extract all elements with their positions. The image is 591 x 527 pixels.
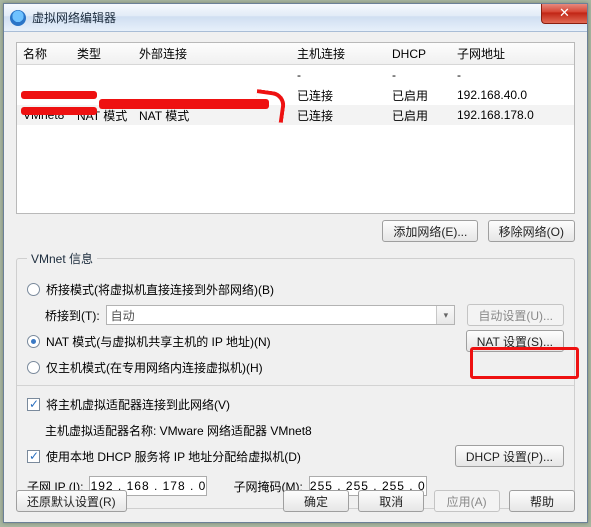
bridge-to-row: 桥接到(T): 自动 ▾ 自动设置(U)... xyxy=(27,303,564,327)
radio-hostonly[interactable] xyxy=(27,361,40,374)
connect-host-label: 将主机虚拟适配器连接到此网络(V) xyxy=(46,396,230,413)
list-buttons: 添加网络(E)... 移除网络(O) xyxy=(16,220,575,242)
window-title: 虚拟网络编辑器 xyxy=(32,9,116,26)
connect-host-row[interactable]: 将主机虚拟适配器连接到此网络(V) xyxy=(27,392,564,416)
bridge-label: 桥接模式(将虚拟机直接连接到外部网络)(B) xyxy=(46,281,274,298)
col-subnet[interactable]: 子网地址 xyxy=(457,45,574,62)
vmnet-info-group: VMnet 信息 桥接模式(将虚拟机直接连接到外部网络)(B) 桥接到(T): … xyxy=(16,250,575,509)
redaction-mark xyxy=(99,99,269,109)
ok-button[interactable]: 确定 xyxy=(283,490,349,512)
dhcp-settings-button[interactable]: DHCP 设置(P)... xyxy=(455,445,564,467)
col-dhcp[interactable]: DHCP xyxy=(392,47,457,61)
separator xyxy=(17,385,574,386)
adapter-name-label: 主机虚拟适配器名称: VMware 网络适配器 VMnet8 xyxy=(45,422,312,439)
network-list[interactable]: 名称 类型 外部连接 主机连接 DHCP 子网地址 - - - xyxy=(16,42,575,214)
group-legend: VMnet 信息 xyxy=(27,250,97,267)
use-dhcp-label: 使用本地 DHCP 服务将 IP 地址分配给虚拟机(D) xyxy=(46,448,301,465)
nat-settings-button[interactable]: NAT 设置(S)... xyxy=(466,330,564,352)
bridge-to-label: 桥接到(T): xyxy=(45,307,100,324)
use-dhcp-row[interactable]: 使用本地 DHCP 服务将 IP 地址分配给虚拟机(D) DHCP 设置(P).… xyxy=(27,444,564,468)
bridge-mode-row[interactable]: 桥接模式(将虚拟机直接连接到外部网络)(B) xyxy=(27,277,564,301)
titlebar: 虚拟网络编辑器 ✕ xyxy=(4,4,587,32)
col-ext[interactable]: 外部连接 xyxy=(139,45,297,62)
app-icon xyxy=(10,10,26,26)
check-use-dhcp[interactable] xyxy=(27,450,40,463)
auto-settings-button[interactable]: 自动设置(U)... xyxy=(467,304,564,326)
col-type[interactable]: 类型 xyxy=(77,45,139,62)
list-header: 名称 类型 外部连接 主机连接 DHCP 子网地址 xyxy=(17,43,574,65)
nat-label: NAT 模式(与虚拟机共享主机的 IP 地址)(N) xyxy=(46,333,271,350)
bridge-to-value: 自动 xyxy=(111,307,135,324)
redaction-mark xyxy=(21,91,97,99)
col-name[interactable]: 名称 xyxy=(17,45,77,62)
chevron-down-icon[interactable]: ▾ xyxy=(436,306,454,324)
add-network-button[interactable]: 添加网络(E)... xyxy=(382,220,478,242)
adapter-name-row: 主机虚拟适配器名称: VMware 网络适配器 VMnet8 xyxy=(27,418,564,442)
remove-network-button[interactable]: 移除网络(O) xyxy=(488,220,575,242)
restore-defaults-button[interactable]: 还原默认设置(R) xyxy=(16,490,127,512)
radio-nat[interactable] xyxy=(27,335,40,348)
redaction-mark xyxy=(21,107,97,115)
radio-bridge[interactable] xyxy=(27,283,40,296)
hostonly-label: 仅主机模式(在专用网络内连接虚拟机)(H) xyxy=(46,359,263,376)
dialog-window: 虚拟网络编辑器 ✕ 名称 类型 外部连接 主机连接 DHCP 子网地址 - - … xyxy=(3,3,588,523)
help-button[interactable]: 帮助 xyxy=(509,490,575,512)
table-row[interactable]: - - - xyxy=(17,65,574,85)
check-connect-host[interactable] xyxy=(27,398,40,411)
cancel-button[interactable]: 取消 xyxy=(358,490,424,512)
bridge-to-combo[interactable]: 自动 ▾ xyxy=(106,305,456,325)
list-body: - - - 已连接 已启用 192.168.40.0 VMnet8 NAT 模式… xyxy=(17,65,574,125)
col-host[interactable]: 主机连接 xyxy=(297,45,392,62)
apply-button[interactable]: 应用(A) xyxy=(434,490,500,512)
dialog-footer: 还原默认设置(R) 确定 取消 应用(A) 帮助 xyxy=(16,490,575,512)
nat-mode-row[interactable]: NAT 模式(与虚拟机共享主机的 IP 地址)(N) NAT 设置(S)... xyxy=(27,329,564,353)
content-area: 名称 类型 外部连接 主机连接 DHCP 子网地址 - - - xyxy=(4,32,587,522)
hostonly-mode-row[interactable]: 仅主机模式(在专用网络内连接虚拟机)(H) xyxy=(27,355,564,379)
close-button[interactable]: ✕ xyxy=(541,4,587,24)
